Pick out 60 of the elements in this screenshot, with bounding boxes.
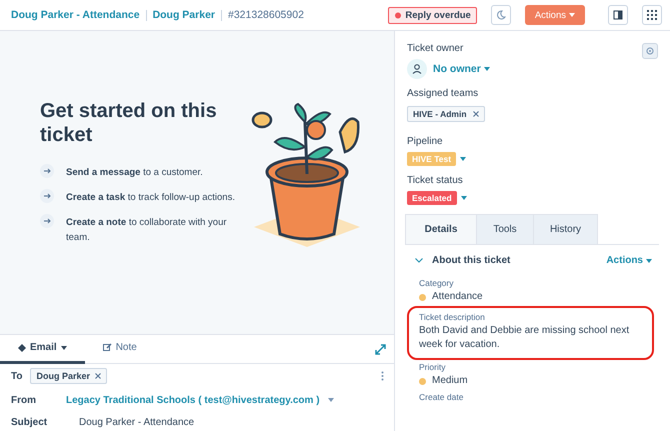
alarm-icon <box>394 11 402 19</box>
to-label: To <box>11 370 22 382</box>
caret-icon <box>60 346 67 350</box>
subject-field[interactable]: Doug Parker - Attendance <box>79 416 194 428</box>
field-value: Attendance <box>432 290 483 304</box>
status-tag[interactable]: Escalated <box>407 191 457 205</box>
sidebar-icon <box>613 10 623 20</box>
field-label: Priority <box>419 362 446 372</box>
panel-toggle-button[interactable] <box>608 5 628 25</box>
remove-icon[interactable] <box>95 373 102 379</box>
ticket-id: #321328605902 <box>228 9 304 21</box>
remove-icon[interactable] <box>472 111 479 117</box>
caret-icon <box>460 157 466 161</box>
field-label: Pipeline <box>407 136 444 147</box>
contact-link[interactable]: Doug Parker <box>152 9 215 21</box>
owner-dropdown[interactable]: No owner <box>433 63 490 75</box>
field-label: Ticket owner <box>407 43 464 54</box>
field-value: Both David and Debbie are missing school next week for vacation. <box>419 324 630 352</box>
field-label: Create date <box>419 392 464 402</box>
team-tag: HIVE - Admin <box>407 106 485 122</box>
step-text: Send a message to a customer. <box>66 166 203 180</box>
subject-label: Subject <box>11 416 48 428</box>
field-label: Ticket description <box>419 312 486 322</box>
pencil-icon <box>102 343 112 352</box>
detail-tab[interactable]: Tools <box>476 214 534 244</box>
caret-icon <box>484 67 490 71</box>
recipient-chip[interactable]: Doug Parker <box>30 368 108 384</box>
step-text: Create a task to track follow-up actions. <box>66 190 235 204</box>
caret-icon <box>646 258 652 262</box>
composer-tab[interactable]: Email <box>0 334 85 364</box>
reply-overdue-badge: Reply overdue <box>388 6 477 24</box>
settings-icon <box>646 47 654 55</box>
field-label: Ticket status <box>407 175 464 186</box>
detail-tab[interactable]: History <box>533 214 598 244</box>
email-icon <box>18 344 26 352</box>
from-label: From <box>11 394 37 406</box>
snooze-button[interactable] <box>490 5 511 25</box>
moon-icon <box>496 10 506 20</box>
field-label: Category <box>419 278 454 288</box>
apps-button[interactable] <box>642 5 662 25</box>
section-toggle[interactable]: About this ticket <box>415 255 510 266</box>
grid-icon <box>647 10 657 20</box>
expand-icon[interactable] <box>375 344 386 354</box>
actions-button[interactable]: Actions <box>524 5 585 25</box>
getting-started-heading: Get started on this ticket <box>40 98 218 146</box>
detail-tab[interactable]: Details <box>405 214 477 244</box>
more-options-icon[interactable] <box>381 371 384 381</box>
avatar-icon <box>407 59 427 79</box>
from-address-dropdown[interactable]: Legacy Traditional Schools ( test@hivestrategy.com ) <box>66 394 320 406</box>
composer-tab[interactable]: Note <box>84 334 155 364</box>
section-actions-button[interactable]: Actions <box>606 255 652 266</box>
caret-icon <box>569 13 575 17</box>
caret-icon <box>328 398 334 402</box>
settings-button[interactable] <box>642 43 658 59</box>
step-text: Create a note to collaborate with your team. <box>66 216 228 244</box>
field-value: Medium <box>432 374 468 388</box>
field-label: Assigned teams <box>407 88 480 99</box>
ticket-title-link[interactable]: Doug Parker - Attendance <box>11 9 140 21</box>
chevron-icon <box>415 258 423 263</box>
caret-icon <box>460 196 467 200</box>
